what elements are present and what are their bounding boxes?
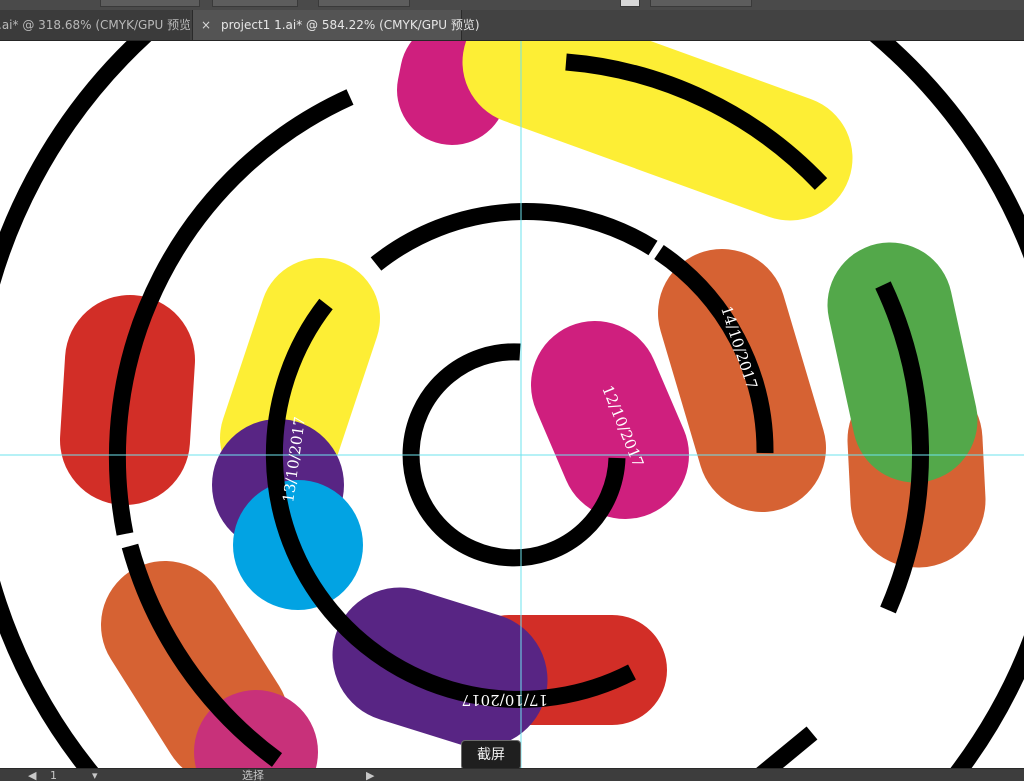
screenshot-tooltip: 截屏 — [461, 740, 521, 776]
mode-label: 选择 — [242, 769, 264, 781]
close-icon[interactable]: × — [197, 10, 215, 40]
control-field[interactable] — [212, 0, 298, 7]
artboard-canvas[interactable]: 14/10/2017 12/10/2017 13/10/2017 17/10/2… — [0, 41, 1024, 768]
blob-magenta-top — [397, 41, 510, 145]
control-swatch[interactable] — [620, 0, 640, 7]
tab-document-active[interactable]: × project1 1.ai* @ 584.22% (CMYK/GPU 预览) — [192, 10, 480, 40]
prev-page-icon[interactable]: ◀ — [28, 769, 36, 781]
control-field[interactable] — [318, 0, 410, 7]
page-dropdown-icon[interactable]: ▾ — [92, 769, 98, 781]
date-label-17: 17/10/2017 — [462, 691, 548, 709]
artwork: 14/10/2017 12/10/2017 13/10/2017 17/10/2… — [0, 41, 1024, 768]
tab-document-inactive[interactable]: .ai* @ 318.68% (CMYK/GPU 预览) — [0, 10, 190, 40]
control-field[interactable] — [100, 0, 200, 7]
status-bar: ◀ 1 ▾ 选择 ▶ — [0, 768, 1024, 781]
play-icon[interactable]: ▶ — [366, 769, 374, 781]
tab-label: project1 1.ai* @ 584.22% (CMYK/GPU 预览) — [221, 18, 480, 32]
tab-label: .ai* @ 318.68% (CMYK/GPU 预览) — [0, 18, 190, 32]
control-field[interactable] — [650, 0, 752, 7]
page-number-field[interactable]: 1 — [50, 769, 57, 781]
ring-2-top — [370, 203, 658, 271]
ring-outer-bottom — [756, 726, 818, 768]
document-tab-bar: .ai* @ 318.68% (CMYK/GPU 预览) × project1 1… — [0, 10, 1024, 41]
